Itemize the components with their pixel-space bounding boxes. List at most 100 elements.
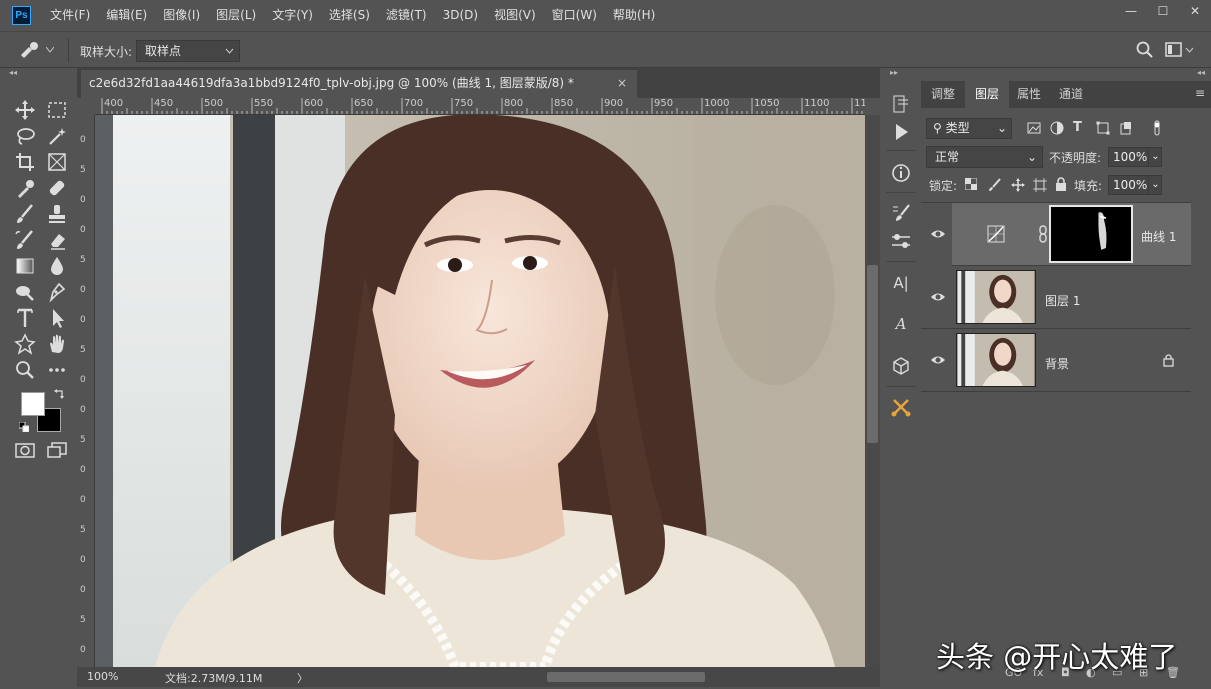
filter-type-icon[interactable]: T (1073, 120, 1089, 136)
chevron-down-icon[interactable]: ⌄ (1148, 148, 1162, 166)
dodge-tool-icon[interactable] (11, 280, 39, 304)
menu-help[interactable]: 帮助(H) (605, 0, 663, 31)
hand-tool-icon[interactable] (43, 332, 71, 356)
brush-tool-icon[interactable] (11, 202, 39, 226)
menu-layer[interactable]: 图层(L) (208, 0, 264, 31)
layer-name[interactable]: 曲线 1 (1141, 228, 1176, 245)
info-panel-icon[interactable] (888, 160, 914, 186)
horizontal-ruler[interactable]: 400 450 500 550 600 650 700 750 800 850 900 950 1000… (95, 98, 865, 115)
custom-shape-tool-icon[interactable] (11, 332, 39, 356)
menu-window[interactable]: 窗口(W) (544, 0, 605, 31)
type-tool-icon[interactable] (11, 306, 39, 330)
strip-collapse-icon[interactable]: ▸▸ (890, 68, 898, 77)
marquee-tool-icon[interactable] (43, 98, 71, 122)
fill-input[interactable]: 100% ⌄ (1108, 175, 1162, 195)
status-menu-arrow[interactable]: 〉 (297, 670, 308, 686)
lock-all-icon[interactable] (1055, 177, 1067, 191)
menu-3d[interactable]: 3D(D) (435, 0, 486, 31)
healing-brush-tool-icon[interactable] (43, 176, 71, 200)
layer-name[interactable]: 背景 (1045, 355, 1069, 372)
3d-panel-icon[interactable] (888, 353, 914, 379)
lock-artboard-icon[interactable] (1033, 178, 1047, 192)
pen-tool-icon[interactable] (43, 280, 71, 304)
zoom-tool-icon[interactable] (11, 358, 39, 382)
vertical-scroll-thumb[interactable] (867, 265, 878, 443)
workspace-switcher-icon[interactable] (1165, 41, 1195, 59)
tool-presets-icon[interactable] (888, 394, 914, 420)
eraser-tool-icon[interactable] (43, 228, 71, 252)
layer-name[interactable]: 图层 1 (1045, 292, 1080, 309)
close-button[interactable]: ✕ (1179, 0, 1211, 22)
tools-collapse-icon[interactable]: ◂◂ (5, 68, 75, 80)
crop-tool-icon[interactable] (11, 150, 39, 174)
lock-transparent-icon[interactable] (965, 178, 977, 190)
foreground-color-swatch[interactable] (21, 392, 45, 416)
eyedropper-tool-icon[interactable] (11, 176, 39, 200)
menu-select[interactable]: 选择(S) (321, 0, 378, 31)
magic-wand-tool-icon[interactable] (43, 124, 71, 148)
move-tool-icon[interactable] (11, 98, 39, 122)
screen-mode-icon[interactable] (43, 438, 71, 462)
clone-stamp-tool-icon[interactable] (43, 202, 71, 226)
sample-size-select[interactable]: 取样点 (136, 40, 240, 62)
minimize-button[interactable]: — (1115, 0, 1147, 22)
tab-adjustments[interactable]: 调整 (921, 81, 965, 108)
layer-thumbnail[interactable] (956, 270, 1036, 324)
opacity-input[interactable]: 100% ⌄ (1108, 147, 1162, 167)
horizontal-scroll-thumb[interactable] (547, 672, 705, 682)
menu-image[interactable]: 图像(I) (155, 0, 208, 31)
quick-mask-icon[interactable] (11, 438, 39, 462)
swap-colors-icon[interactable] (53, 389, 65, 401)
gradient-tool-icon[interactable] (11, 254, 39, 278)
search-icon[interactable] (1136, 41, 1154, 59)
glyphs-panel-icon[interactable]: A (888, 311, 914, 337)
frame-tool-icon[interactable] (43, 150, 71, 174)
history-panel-icon[interactable] (888, 91, 914, 117)
ruler-origin[interactable] (77, 98, 95, 115)
document-tab[interactable]: c2e6d32fd1aa44619dfa3a1bbd9124f0_tplv-ob… (81, 70, 637, 98)
layer-mask-thumbnail[interactable] (1049, 205, 1133, 263)
filter-shape-icon[interactable] (1095, 120, 1111, 136)
visibility-eye-icon[interactable] (930, 353, 946, 367)
filter-adjustment-icon[interactable] (1049, 120, 1065, 136)
maximize-button[interactable]: ☐ (1147, 0, 1179, 22)
lasso-tool-icon[interactable] (11, 124, 39, 148)
menu-view[interactable]: 视图(V) (486, 0, 544, 31)
zoom-level[interactable]: 100% (87, 670, 118, 683)
tab-channels[interactable]: 通道 (1049, 81, 1093, 108)
blend-mode-select[interactable]: 正常 ⌄ (926, 146, 1043, 168)
close-tab-button[interactable]: × (617, 70, 627, 96)
history-brush-tool-icon[interactable] (11, 228, 39, 252)
actions-play-icon[interactable] (888, 119, 914, 145)
document-canvas[interactable] (95, 115, 865, 667)
vertical-scrollbar[interactable] (865, 115, 880, 667)
menu-edit[interactable]: 编辑(E) (98, 0, 155, 31)
mask-link-icon[interactable] (1037, 225, 1049, 243)
tool-preset-picker[interactable] (18, 40, 60, 60)
path-selection-tool-icon[interactable] (43, 306, 71, 330)
panel-menu-icon[interactable]: ≡ (1195, 86, 1205, 100)
menu-filter[interactable]: 滤镜(T) (378, 0, 435, 31)
filter-smart-object-icon[interactable] (1118, 120, 1134, 136)
visibility-eye-icon[interactable] (930, 227, 946, 241)
menu-file[interactable]: 文件(F) (42, 0, 98, 31)
layer-thumbnail[interactable] (956, 333, 1036, 387)
panel-collapse-icon[interactable]: ◂◂ (1197, 68, 1205, 77)
lock-position-icon[interactable] (1011, 178, 1025, 192)
tab-layers[interactable]: 图层 (965, 81, 1010, 108)
more-tools-icon[interactable] (43, 358, 71, 382)
visibility-eye-icon[interactable] (930, 290, 946, 304)
filter-toggle-icon[interactable] (1149, 120, 1165, 136)
layer-filter-select[interactable]: ⚲ 类型 ⌄ (926, 118, 1012, 139)
lock-image-icon[interactable] (988, 178, 1002, 192)
default-colors-icon[interactable] (19, 422, 29, 432)
brushes-panel-icon[interactable] (888, 228, 914, 254)
brush-settings-icon[interactable] (888, 200, 914, 226)
tab-properties[interactable]: 属性 (1007, 81, 1051, 108)
filter-pixel-icon[interactable] (1026, 120, 1042, 136)
blur-tool-icon[interactable] (43, 254, 71, 278)
vertical-ruler[interactable]: 0 5 0 0 5 0 0 5 0 0 5 0 0 5 0 0 5 0 (77, 115, 95, 667)
chevron-down-icon[interactable]: ⌄ (1148, 176, 1162, 194)
character-panel-icon[interactable]: A| (888, 270, 914, 296)
menu-type[interactable]: 文字(Y) (264, 0, 321, 31)
